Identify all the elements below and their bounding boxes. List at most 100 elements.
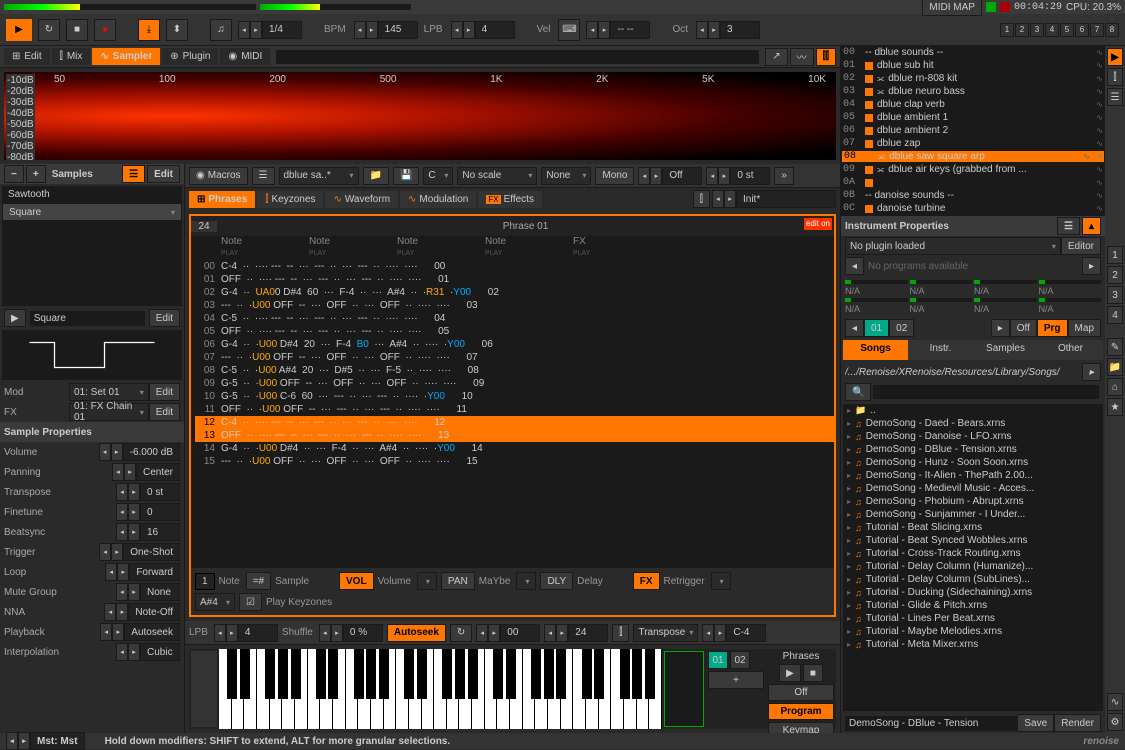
prop-mutegroup[interactable]: ◂▸None: [116, 583, 180, 601]
pattern-row[interactable]: 12C-4 ·· ···· --- -- ··· --- ·· ··· --- …: [195, 416, 834, 429]
pattern-row[interactable]: 05OFF ·· ···· --- -- ··· --- ·· ··· --- …: [195, 325, 834, 338]
browser-tab-other[interactable]: Other: [1038, 340, 1103, 360]
phrase-editor[interactable]: edit on 24 Phrase 01 NotePLAYNotePLAYNot…: [189, 214, 836, 617]
page-5[interactable]: 5: [1060, 23, 1074, 37]
sample-waveform-preview[interactable]: [2, 330, 182, 380]
prop-panning[interactable]: ◂▸Center: [112, 463, 180, 481]
oct-spinner[interactable]: ◂▸3: [696, 21, 760, 39]
expand-button[interactable]: »: [774, 167, 794, 185]
metronome-button[interactable]: ♫: [210, 19, 232, 41]
spectrum-view[interactable]: -10dB-20dB-30dB-40dB-50dB-60dB-70dB-80dB…: [4, 72, 836, 160]
pattern-row[interactable]: 13OFF ·· ···· --- -- ··· --- ·· ··· --- …: [195, 429, 834, 442]
sample-item[interactable]: Sawtooth: [2, 186, 182, 203]
instrument-row[interactable]: 07dblue zap∿: [841, 137, 1105, 150]
preset-select[interactable]: dblue sa..*: [279, 167, 359, 185]
instrument-row[interactable]: 03⫘dblue neuro bass∿: [841, 85, 1105, 98]
pattern-row[interactable]: 06G-4 ·· ·U00 D#4 20 ··· F-4 B0 ··· A#4 …: [195, 338, 834, 351]
side-3[interactable]: 3: [1107, 286, 1123, 304]
phrase-select-spinner[interactable]: ◂▸Init*: [712, 190, 836, 208]
file-row[interactable]: ▸♫DemoSong - Sunjammer - I Under...: [843, 508, 1103, 521]
file-row[interactable]: ▸♫DemoSong - Hunz - Soon Soon.xrns: [843, 456, 1103, 469]
macro-slot[interactable]: N/A: [845, 298, 908, 314]
file-row[interactable]: ▸♫Tutorial - Delay Column (SubLines)...: [843, 573, 1103, 586]
side-gear-icon[interactable]: ⚙: [1107, 713, 1123, 731]
side-home-icon[interactable]: ⌂: [1107, 378, 1123, 396]
inst-map-button[interactable]: Map: [1068, 319, 1101, 337]
macro-slot[interactable]: N/A: [974, 298, 1037, 314]
pattern-follow-button[interactable]: ⬍: [166, 19, 188, 41]
phrase-pattern-body[interactable]: 00C-4 ·· ···· --- -- ··· --- ·· ··· --- …: [191, 260, 834, 568]
instrument-row[interactable]: 02⫘dblue rn-808 kit∿: [841, 72, 1105, 85]
inst-props-menu[interactable]: ☰: [1057, 217, 1080, 235]
file-browser[interactable]: ▸📁..▸♫DemoSong - Daed - Bears.xrns▸♫Demo…: [843, 404, 1103, 711]
macro-slot[interactable]: N/A: [974, 280, 1037, 296]
instrument-row[interactable]: 09⫘dblue air keys (grabbed from ...∿: [841, 163, 1105, 176]
keytrack-icon[interactable]: ⫿: [612, 624, 629, 642]
shuffle-spinner[interactable]: ◂▸0 %: [319, 624, 383, 642]
slot-next[interactable]: ▸: [991, 319, 1010, 337]
path-up-button[interactable]: ▸: [1082, 363, 1101, 381]
play-sample-button[interactable]: ▶: [4, 309, 26, 327]
play-button[interactable]: ▶: [6, 19, 32, 41]
file-row[interactable]: ▸♫Tutorial - Beat Synced Wobbles.xrns: [843, 534, 1103, 547]
instrument-row[interactable]: 01dblue sub hit∿: [841, 59, 1105, 72]
instrument-row[interactable]: 0B-- danoise sounds --∿: [841, 189, 1105, 202]
dly-button[interactable]: DLY: [540, 572, 573, 590]
program-prev[interactable]: ◂: [845, 257, 864, 275]
prop-trigger[interactable]: ◂▸One-Shot: [99, 543, 180, 561]
browser-tab-songs[interactable]: Songs: [843, 340, 908, 360]
side-2[interactable]: 2: [1107, 266, 1123, 284]
keyboard-sliders[interactable]: [189, 649, 219, 729]
page-3[interactable]: 3: [1030, 23, 1044, 37]
key-select[interactable]: C: [423, 167, 453, 185]
side-list-icon[interactable]: ☰: [1107, 88, 1123, 106]
tab-edit[interactable]: ⊞Edit: [4, 48, 50, 65]
browser-tab-instr[interactable]: Instr.: [908, 340, 973, 360]
view-spectrum-button[interactable]: ⫿⫿: [816, 48, 836, 66]
file-row[interactable]: ▸♫DemoSong - Medievil Music - Acces...: [843, 482, 1103, 495]
play-keyzones-toggle[interactable]: ☑: [239, 593, 262, 611]
edit-samples-button[interactable]: Edit: [147, 165, 180, 183]
piano-keyboard[interactable]: [219, 649, 662, 729]
file-row[interactable]: ▸♫Tutorial - Maybe Melodies.xrns: [843, 625, 1103, 638]
side-play-icon[interactable]: ▶: [1107, 48, 1123, 66]
file-row[interactable]: ▸♫Tutorial - Beat Slicing.xrns: [843, 521, 1103, 534]
tab-plugin[interactable]: ⊕Plugin: [162, 48, 218, 65]
prop-playback[interactable]: ◂▸Autoseek: [100, 623, 180, 641]
phrase-stop-button[interactable]: ■: [803, 664, 823, 682]
search-input[interactable]: [873, 385, 1099, 399]
prop-volume[interactable]: ◂▸-6.000 dB: [99, 443, 180, 461]
macro-slot[interactable]: N/A: [910, 280, 973, 296]
prop-interpolation[interactable]: ◂▸Cubic: [116, 643, 180, 661]
transpose-spinner[interactable]: ◂▸0 st: [706, 167, 770, 185]
preset-menu-button[interactable]: ☰: [252, 167, 275, 185]
file-row[interactable]: ▸♫Tutorial - Delay Column (Humanize)...: [843, 560, 1103, 573]
page-8[interactable]: 8: [1105, 23, 1119, 37]
page-7[interactable]: 7: [1090, 23, 1104, 37]
add-phrase-slot[interactable]: +: [708, 671, 764, 689]
subtab-effects[interactable]: FX Effects: [478, 191, 542, 208]
inst-slot-02[interactable]: 02: [889, 319, 914, 337]
tab-midi[interactable]: ◉MIDI: [220, 48, 270, 65]
mod-select[interactable]: 01: Set 01: [69, 383, 149, 401]
keytrack-select[interactable]: Transpose: [633, 624, 698, 642]
file-row[interactable]: ▸♫DemoSong - Danoise - LFO.xrns: [843, 430, 1103, 443]
search-icon[interactable]: 🔍: [845, 383, 871, 401]
inst-prg-button[interactable]: Prg: [1037, 319, 1068, 337]
glide-spinner[interactable]: ◂▸Off: [638, 167, 702, 185]
side-wave-icon[interactable]: ∿: [1107, 693, 1123, 711]
save-button[interactable]: 💾: [393, 167, 419, 185]
file-row[interactable]: ▸♫DemoSong - It-Alien - ThePath 2.00...: [843, 469, 1103, 482]
plugin-select[interactable]: No plugin loaded: [845, 237, 1061, 255]
save-song-button[interactable]: Save: [1017, 714, 1054, 732]
pattern-row[interactable]: 04C-5 ·· ···· --- -- ··· --- ·· ··· --- …: [195, 312, 834, 325]
macro-grid[interactable]: N/AN/AN/AN/AN/AN/AN/AN/A: [841, 276, 1105, 318]
bpm-spinner[interactable]: ◂▸145: [354, 21, 418, 39]
pattern-row[interactable]: 15--- ·· ·U00 OFF ·· ··· OFF ·· ··· OFF …: [195, 455, 834, 468]
sample-item[interactable]: Square: [2, 203, 182, 221]
stop-button[interactable]: ■: [66, 19, 88, 41]
fx-select[interactable]: 01: FX Chain 01: [69, 403, 149, 421]
retrig-select[interactable]: [711, 572, 731, 590]
pattern-row[interactable]: 10G-5 ·· ·U00 C-6 60 ··· --- ·· ··· --- …: [195, 390, 834, 403]
instrument-row[interactable]: 06dblue ambient 2∿: [841, 124, 1105, 137]
